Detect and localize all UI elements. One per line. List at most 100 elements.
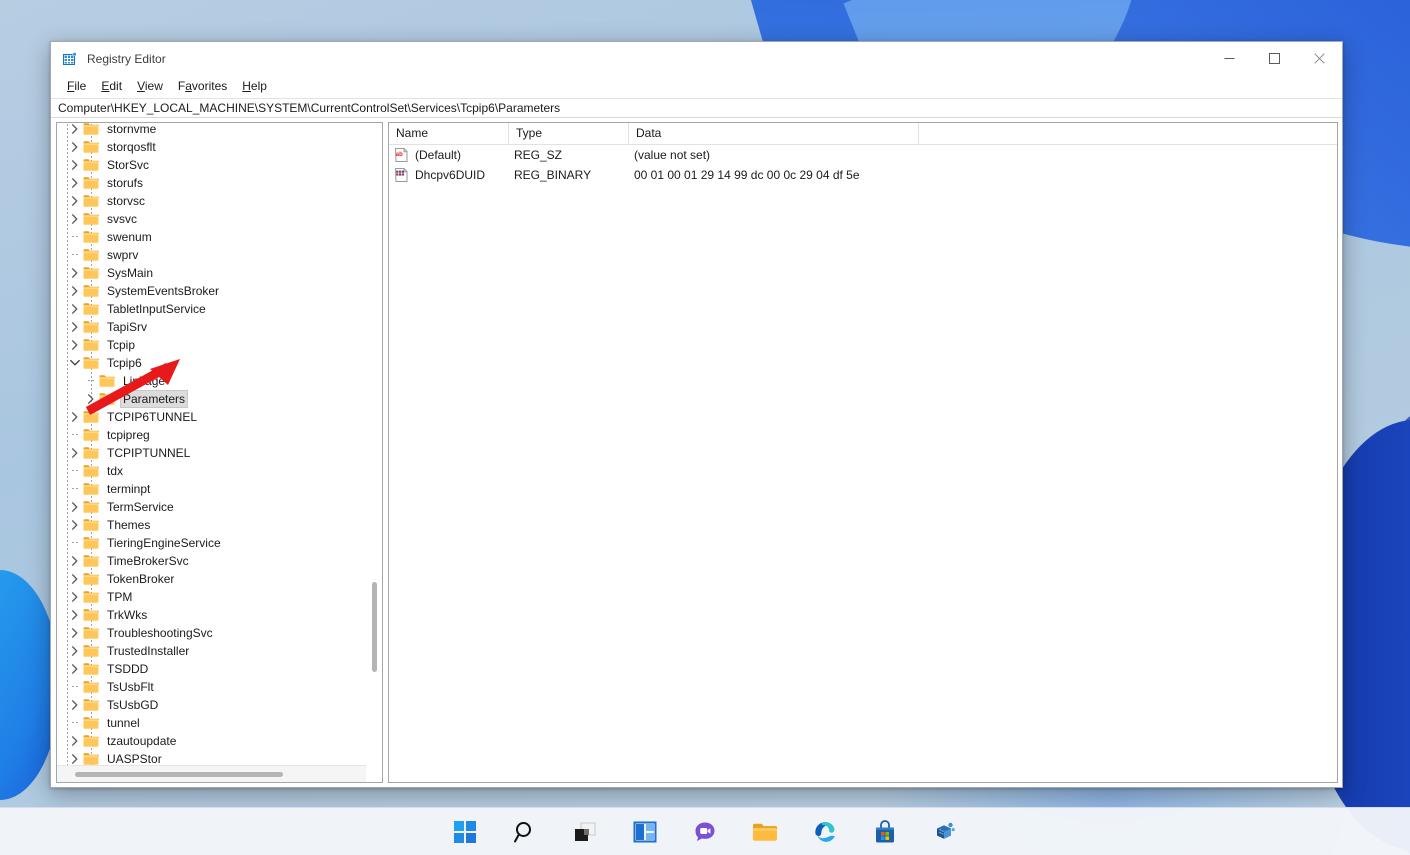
tree-item-swprv[interactable]: swprv xyxy=(57,246,366,264)
menu-file[interactable]: File xyxy=(60,77,94,95)
tree-item-tokenbroker[interactable]: TokenBroker xyxy=(57,570,366,588)
tree-item-tzautoupdate[interactable]: tzautoupdate xyxy=(57,732,366,750)
tree-item-tsusbflt[interactable]: TsUsbFlt xyxy=(57,678,366,696)
tree-item-storufs[interactable]: storufs xyxy=(57,174,366,192)
minimize-button[interactable] xyxy=(1207,43,1252,75)
tree-item-stornvme[interactable]: stornvme xyxy=(57,123,366,138)
chevron-right-icon[interactable] xyxy=(67,282,83,300)
tree-item-storsvc[interactable]: StorSvc xyxy=(57,156,366,174)
chevron-right-icon[interactable] xyxy=(67,210,83,228)
chevron-right-icon[interactable] xyxy=(67,606,83,624)
tree-item-parameters[interactable]: Parameters xyxy=(57,390,366,408)
tree-vertical-scrollbar[interactable] xyxy=(366,122,383,783)
chevron-right-icon[interactable] xyxy=(67,174,83,192)
registry-tree-list: stornvme storqosflt StorSvc storufs storvsc s… xyxy=(57,123,366,765)
chevron-right-icon[interactable] xyxy=(67,408,83,426)
menu-favorites[interactable]: Favorites xyxy=(171,77,235,95)
chat-button[interactable] xyxy=(685,812,725,852)
tree-item-linkage[interactable]: Linkage xyxy=(57,372,366,390)
chevron-right-icon[interactable] xyxy=(67,498,83,516)
values-column-header: Name Type Data xyxy=(389,123,1337,145)
tree-item-label: SysMain xyxy=(107,266,154,280)
chevron-right-icon[interactable] xyxy=(67,624,83,642)
tree-item-tcpip6tunnel[interactable]: TCPIP6TUNNEL xyxy=(57,408,366,426)
close-button[interactable] xyxy=(1297,43,1342,75)
registry-tree-pane[interactable]: stornvme storqosflt StorSvc storufs storvsc s… xyxy=(56,122,366,783)
chevron-right-icon[interactable] xyxy=(67,318,83,336)
tree-item-label: storqosflt xyxy=(107,140,156,154)
store-button[interactable] xyxy=(865,812,905,852)
tree-item-tsusbgd[interactable]: TsUsbGD xyxy=(57,696,366,714)
tree-item-storqosflt[interactable]: storqosflt xyxy=(57,138,366,156)
widgets-button[interactable] xyxy=(625,812,665,852)
chevron-right-icon[interactable] xyxy=(67,300,83,318)
tree-item-tabletinputservice[interactable]: TabletInputService xyxy=(57,300,366,318)
tree-item-termservice[interactable]: TermService xyxy=(57,498,366,516)
tree-item-tpm[interactable]: TPM xyxy=(57,588,366,606)
chevron-right-icon[interactable] xyxy=(67,588,83,606)
chevron-right-icon[interactable] xyxy=(67,444,83,462)
tree-horizontal-scroll-thumb[interactable] xyxy=(75,772,283,777)
tree-item-label: terminpt xyxy=(107,482,151,496)
chevron-right-icon[interactable] xyxy=(67,516,83,534)
tree-item-svsvc[interactable]: svsvc xyxy=(57,210,366,228)
tree-item-tdx[interactable]: tdx xyxy=(57,462,366,480)
tree-item-uaspstor[interactable]: UASPStor xyxy=(57,750,366,765)
tree-item-tcpip[interactable]: Tcpip xyxy=(57,336,366,354)
chevron-right-icon[interactable] xyxy=(67,336,83,354)
chevron-right-icon[interactable] xyxy=(67,264,83,282)
tree-item-tcpiptunnel[interactable]: TCPIPTUNNEL xyxy=(57,444,366,462)
tree-item-label: TabletInputService xyxy=(107,302,206,316)
chevron-right-icon[interactable] xyxy=(67,660,83,678)
tree-item-troubleshootingsvc[interactable]: TroubleshootingSvc xyxy=(57,624,366,642)
tree-item-tsddd[interactable]: TSDDD xyxy=(57,660,366,678)
chevron-right-icon[interactable] xyxy=(67,138,83,156)
file-explorer-button[interactable] xyxy=(745,812,785,852)
column-header-data[interactable]: Data xyxy=(629,123,919,144)
search-button[interactable] xyxy=(505,812,545,852)
tree-item-swenum[interactable]: swenum xyxy=(57,228,366,246)
menu-help[interactable]: Help xyxy=(235,77,275,95)
value-row[interactable]: Dhcpv6DUID REG_BINARY 00 01 00 01 29 14 99… xyxy=(389,165,1337,185)
tree-vertical-scroll-thumb[interactable] xyxy=(372,582,377,672)
value-row[interactable]: ab (Default) REG_SZ (value not set) xyxy=(389,145,1337,165)
tree-item-trustedinstaller[interactable]: TrustedInstaller xyxy=(57,642,366,660)
menu-view[interactable]: View xyxy=(130,77,171,95)
tree-item-systemeventsbroker[interactable]: SystemEventsBroker xyxy=(57,282,366,300)
tree-item-tcpipreg[interactable]: tcpipreg xyxy=(57,426,366,444)
address-bar[interactable]: Computer\HKEY_LOCAL_MACHINE\SYSTEM\Curre… xyxy=(51,98,1342,118)
chevron-right-icon[interactable] xyxy=(67,192,83,210)
chevron-right-icon[interactable] xyxy=(67,732,83,750)
tree-item-timebrokersvc[interactable]: TimeBrokerSvc xyxy=(57,552,366,570)
tree-item-storvsc[interactable]: storvsc xyxy=(57,192,366,210)
tree-item-label: Parameters xyxy=(120,390,189,408)
chevron-right-icon[interactable] xyxy=(67,642,83,660)
tree-item-tunnel[interactable]: tunnel xyxy=(57,714,366,732)
task-view-button[interactable] xyxy=(565,812,605,852)
column-header-type[interactable]: Type xyxy=(509,123,629,144)
tree-item-sysmain[interactable]: SysMain xyxy=(57,264,366,282)
tree-item-tcpip6[interactable]: Tcpip6 xyxy=(57,354,366,372)
chevron-right-icon[interactable] xyxy=(83,390,99,408)
chevron-right-icon[interactable] xyxy=(67,750,83,765)
chevron-right-icon[interactable] xyxy=(67,570,83,588)
maximize-button[interactable] xyxy=(1252,43,1297,75)
tree-item-trkwks[interactable]: TrkWks xyxy=(57,606,366,624)
tree-item-terminpt[interactable]: terminpt xyxy=(57,480,366,498)
vmware-button[interactable] xyxy=(925,812,965,852)
chevron-right-icon[interactable] xyxy=(67,123,83,138)
menu-edit[interactable]: Edit xyxy=(94,77,130,95)
tree-item-tieringengineservice[interactable]: TieringEngineService xyxy=(57,534,366,552)
tree-horizontal-scrollbar[interactable] xyxy=(57,765,366,782)
edge-button[interactable] xyxy=(805,812,845,852)
chevron-right-icon[interactable] xyxy=(67,696,83,714)
tree-item-themes[interactable]: Themes xyxy=(57,516,366,534)
tree-item-tapisrv[interactable]: TapiSrv xyxy=(57,318,366,336)
column-header-filler xyxy=(919,123,1337,144)
registry-values-pane[interactable]: Name Type Data ab (Default) REG_SZ (value n… xyxy=(388,122,1338,783)
chevron-right-icon[interactable] xyxy=(67,552,83,570)
column-header-name[interactable]: Name xyxy=(389,123,509,144)
chevron-right-icon[interactable] xyxy=(67,156,83,174)
chevron-down-icon[interactable] xyxy=(67,354,83,372)
start-button[interactable] xyxy=(445,812,485,852)
